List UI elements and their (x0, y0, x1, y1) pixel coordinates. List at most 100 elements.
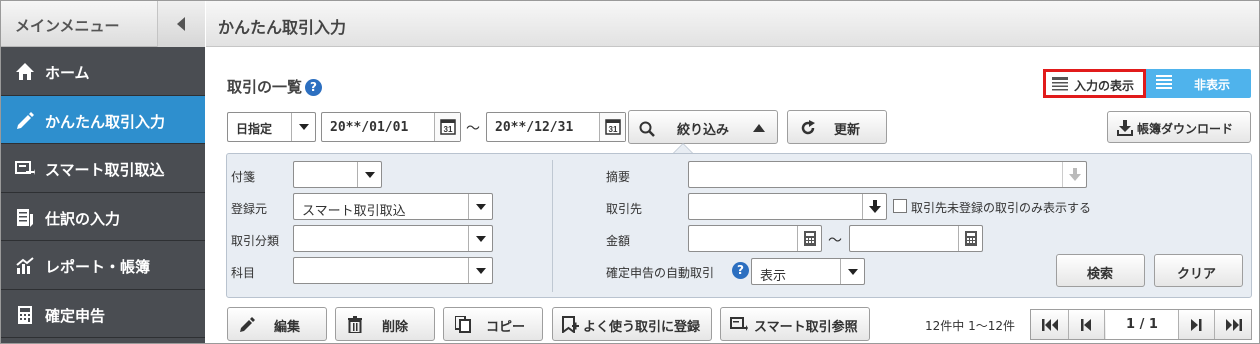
list-icon (1156, 75, 1172, 89)
sidebar: メインメニュー ホーム かんたん取引入力 スマート取引取込 仕訳の入力 レポート… (1, 1, 205, 343)
refresh-icon (801, 120, 815, 135)
pencil-icon (240, 317, 255, 332)
calendar-icon[interactable]: 31 (434, 113, 460, 141)
sidebar-item-home[interactable]: ホーム (1, 47, 205, 96)
section-title-text: 取引の一覧 (227, 78, 303, 96)
input-display-toggle: 入力の表示 非表示 (1043, 69, 1251, 98)
memo-label: 摘要 (606, 170, 631, 184)
sidebar-item-reports[interactable]: レポート・帳簿 (1, 241, 205, 290)
arrow-down-icon[interactable] (1062, 162, 1086, 187)
list-icon (1052, 77, 1068, 91)
delete-button-label: 削除 (382, 320, 409, 335)
auto-transaction-label: 確定申告の自動取引 (606, 266, 715, 280)
delete-button[interactable]: 削除 (335, 307, 435, 341)
hide-input-button[interactable]: 非表示 (1146, 69, 1251, 98)
partner-unregistered-label: 取引先未登録の取引のみ表示する (911, 201, 1092, 215)
next-page-button[interactable] (1178, 310, 1214, 339)
first-page-button[interactable] (1031, 310, 1069, 339)
filter-panel-divider (552, 160, 553, 292)
hide-input-label: 非表示 (1194, 78, 1231, 92)
category-select[interactable] (293, 225, 493, 252)
copy-button[interactable]: コピー (443, 307, 543, 341)
sidebar-item-tax-return[interactable]: 確定申告 (1, 289, 205, 338)
arrow-down-icon[interactable] (862, 194, 886, 219)
sidebar-item-journal[interactable]: 仕訳の入力 (1, 192, 205, 241)
sidebar-item-label: 仕訳の入力 (45, 209, 121, 228)
smart-reference-button[interactable]: スマート取引参照 (720, 307, 870, 341)
account-select[interactable] (293, 257, 493, 284)
chevron-down-icon (468, 194, 492, 219)
auto-transaction-select[interactable]: 表示 (751, 258, 865, 285)
chevron-down-icon (840, 259, 864, 284)
refresh-button[interactable]: 更新 (787, 110, 887, 144)
date-from-input[interactable]: 20**/01/01 31 (321, 112, 461, 142)
help-icon[interactable]: ? (305, 79, 323, 96)
memo-input[interactable] (688, 161, 1087, 188)
sidebar-item-label: ホーム (45, 64, 90, 82)
chevron-down-icon (291, 113, 315, 141)
date-mode-select[interactable]: 日指定 (227, 112, 316, 142)
help-icon[interactable]: ? (732, 262, 749, 279)
import-icon (730, 317, 748, 331)
date-range-tilde: ～ (466, 121, 480, 137)
next-page-icon (1191, 319, 1202, 331)
filter-toggle-button[interactable]: 絞り込み (628, 110, 778, 144)
partner-unregistered-checkbox[interactable] (893, 199, 907, 213)
page-title: かんたん取引入力 (218, 18, 347, 37)
auto-transaction-value: 表示 (760, 269, 787, 284)
category-label: 取引分類 (231, 234, 280, 248)
amount-label: 金額 (606, 234, 631, 248)
trash-icon (348, 316, 362, 333)
date-to-input[interactable]: 20**/12/31 31 (486, 112, 626, 142)
copy-icon (455, 316, 471, 333)
tag-label: 付箋 (231, 170, 256, 184)
last-page-button[interactable] (1214, 310, 1251, 339)
svg-text:31: 31 (444, 125, 453, 134)
clear-button[interactable]: クリア (1154, 254, 1243, 287)
partner-label: 取引先 (606, 202, 643, 216)
calendar-icon[interactable]: 31 (599, 113, 625, 141)
sidebar-collapse-button[interactable] (157, 1, 205, 47)
amount-to-input[interactable] (849, 225, 983, 252)
source-label: 登録元 (231, 202, 268, 216)
search-button[interactable]: 検索 (1056, 254, 1145, 287)
pencil-icon (17, 111, 34, 129)
amount-from-input[interactable] (688, 225, 822, 252)
partner-input[interactable] (688, 193, 887, 220)
result-count: 12件中 1～12件 (925, 319, 1015, 333)
section-title: 取引の一覧? (227, 76, 323, 97)
edit-button[interactable]: 編集 (227, 307, 327, 341)
download-ledger-label: 帳簿ダウンロード (1137, 122, 1234, 136)
amount-range-tilde: ～ (828, 233, 842, 249)
sidebar-item-smart-import[interactable]: スマート取引取込 (1, 144, 205, 193)
clear-button-label: クリア (1177, 267, 1217, 282)
last-page-icon (1226, 319, 1242, 331)
first-page-icon (1042, 319, 1058, 331)
prev-page-icon (1081, 319, 1091, 331)
edit-button-label: 編集 (274, 320, 301, 335)
download-icon (1117, 120, 1133, 136)
chart-icon (16, 257, 34, 274)
prev-page-button[interactable] (1069, 310, 1105, 339)
calculator-icon[interactable] (958, 226, 982, 251)
tag-select[interactable] (293, 161, 382, 188)
page-indicator: 1 / 1 (1106, 310, 1178, 339)
source-select[interactable]: スマート取引取込 (293, 193, 493, 220)
bookmark-add-icon (562, 316, 579, 333)
sidebar-item-easy-entry[interactable]: かんたん取引入力 (1, 95, 205, 144)
download-ledger-button[interactable]: 帳簿ダウンロード (1107, 111, 1251, 143)
sidebar-item-label: スマート取引取込 (45, 161, 165, 179)
svg-text:31: 31 (609, 125, 618, 134)
chevron-down-icon (468, 258, 492, 283)
pagination: 1 / 1 (1030, 309, 1252, 340)
show-input-button[interactable]: 入力の表示 (1043, 69, 1146, 98)
main-header: かんたん取引入力 (206, 1, 1259, 47)
chevron-down-icon (357, 162, 381, 187)
register-frequent-label: よく使う取引に登録 (583, 320, 701, 335)
calculator-icon[interactable] (797, 226, 821, 251)
register-frequent-button[interactable]: よく使う取引に登録 (552, 307, 712, 341)
filter-toggle-label: 絞り込み (677, 123, 730, 138)
search-icon (639, 121, 655, 137)
search-button-label: 検索 (1087, 267, 1114, 282)
calculator-icon (18, 305, 32, 324)
